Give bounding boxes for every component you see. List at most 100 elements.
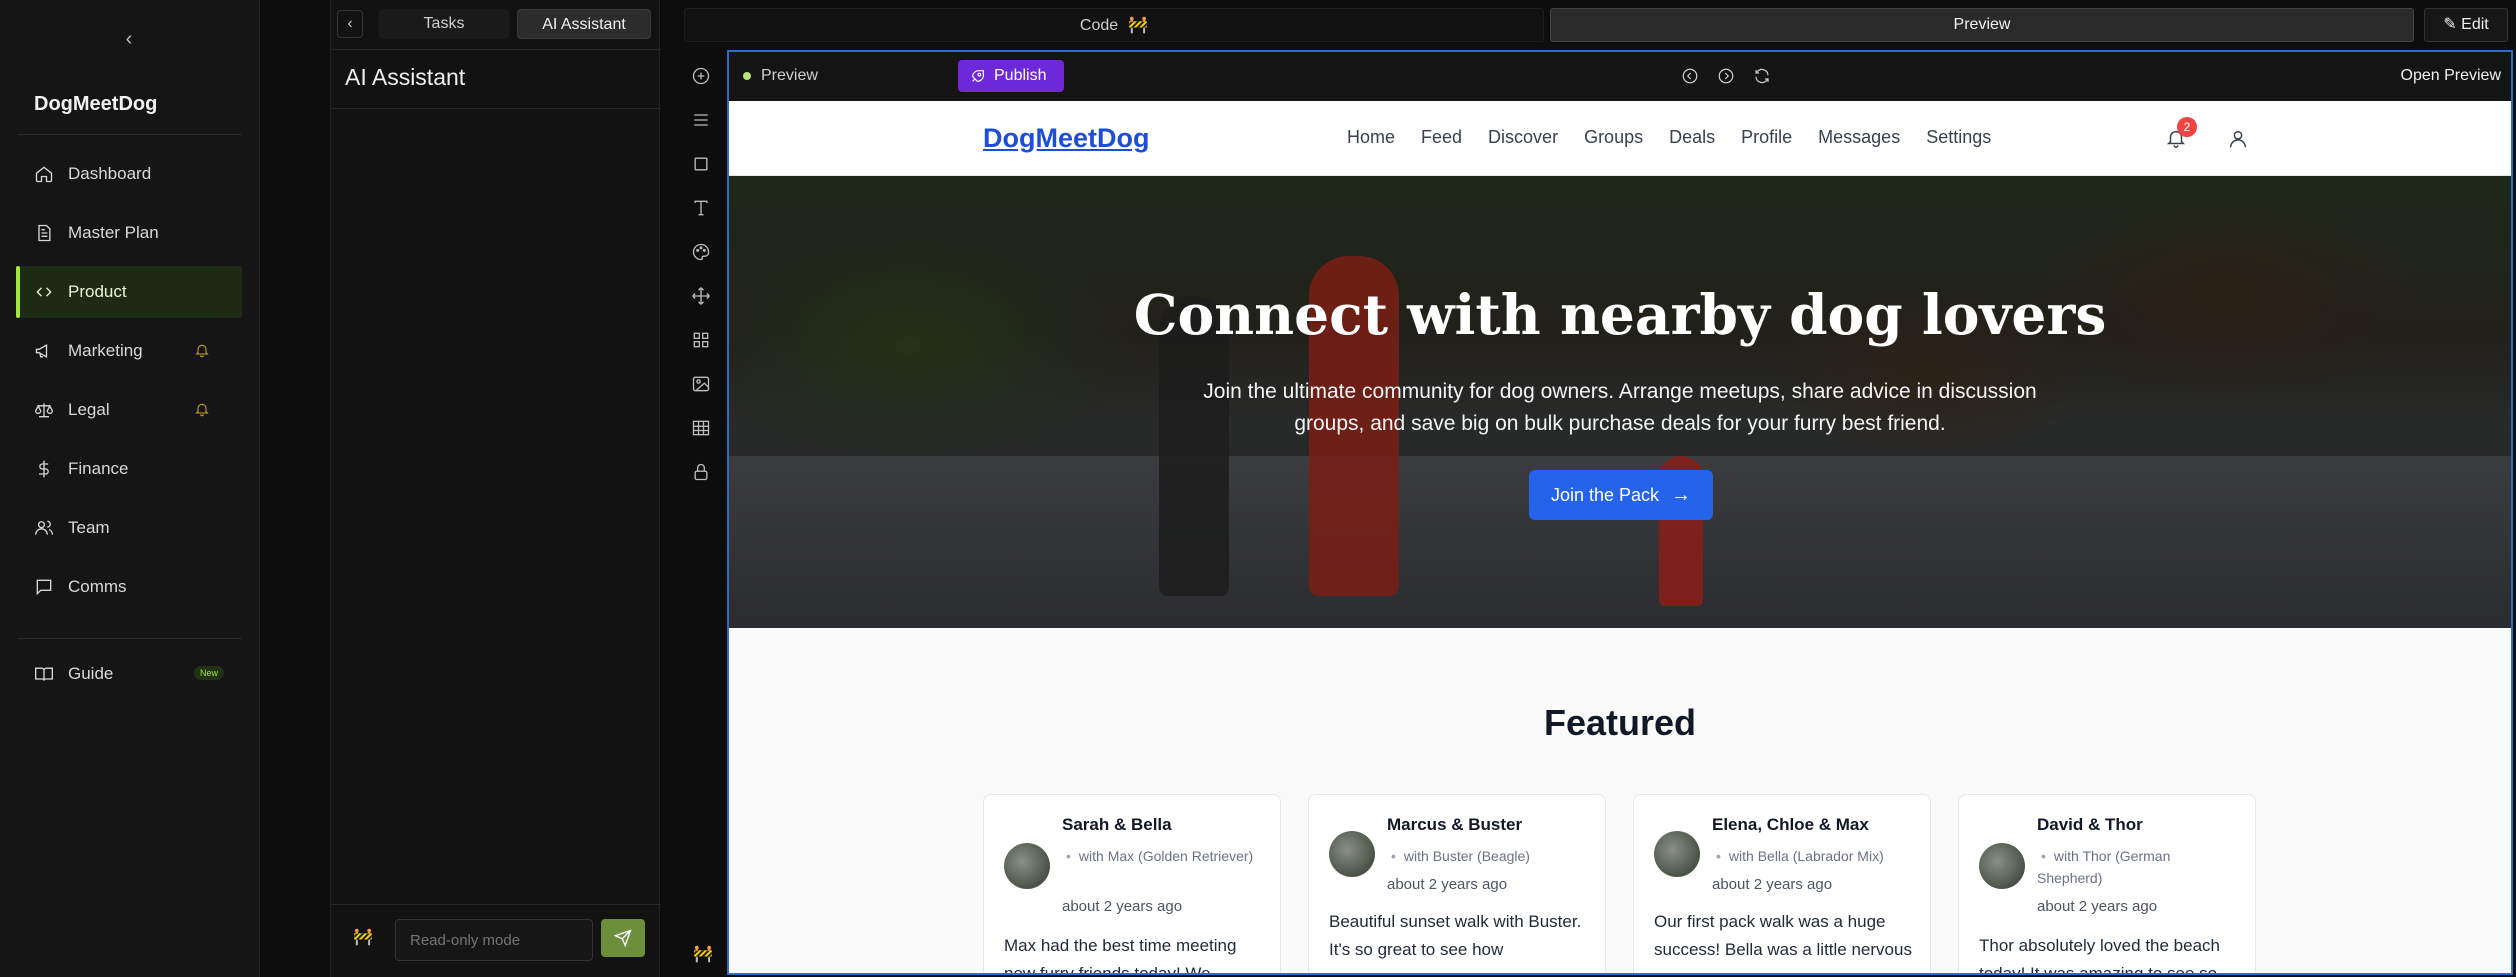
palette-icon — [692, 243, 710, 261]
message-square-icon — [36, 579, 52, 596]
card-time: about 2 years ago — [1062, 898, 1183, 915]
card-name: David & Thor — [2037, 815, 2143, 834]
construction-icon: 🚧 — [1128, 17, 1149, 34]
panel-title: AI Assistant — [345, 64, 466, 90]
card-time: about 2 years ago — [2037, 898, 2158, 915]
cta-label: Join the Pack — [1550, 485, 1660, 505]
site-logo[interactable]: DogMeetDog — [983, 123, 1149, 154]
nav-groups[interactable]: Groups — [1584, 127, 1643, 148]
forward-nav-button[interactable] — [1717, 67, 1735, 85]
tab-ai-assistant[interactable]: AI Assistant — [517, 9, 651, 39]
card-name: Marcus & Buster — [1387, 815, 1523, 834]
add-element-tool[interactable] — [691, 66, 711, 86]
square-icon — [694, 157, 708, 171]
layers-tool[interactable] — [691, 110, 711, 130]
type-icon — [694, 200, 708, 216]
sidebar-item-product[interactable]: Product — [16, 266, 242, 318]
rocket-icon — [972, 70, 984, 82]
sidebar-item-label: Comms — [68, 577, 127, 596]
featured-card[interactable]: Elena, Chloe & Max with Bella (Labrador … — [1633, 794, 1931, 973]
chat-composer: 🚧 — [331, 904, 661, 977]
divider — [331, 108, 661, 109]
book-open-icon — [35, 667, 53, 681]
sidebar-item-team[interactable]: Team — [16, 502, 242, 554]
tool-rail: 🚧 — [684, 50, 718, 977]
chat-input[interactable] — [395, 919, 593, 961]
divider — [18, 134, 242, 135]
user-icon — [2229, 130, 2247, 148]
site-header: DogMeetDog Home Feed Discover Groups Dea… — [729, 101, 2511, 176]
open-preview-link[interactable]: Open Preview — [2401, 67, 2502, 85]
card-with: with Buster (Beagle) — [1387, 845, 1587, 867]
card-with: with Bella (Labrador Mix) — [1712, 845, 1912, 867]
card-with: with Max (Golden Retriever) — [1062, 845, 1262, 867]
sidebar-item-master-plan[interactable]: Master Plan — [16, 207, 242, 259]
bell-icon — [195, 403, 209, 417]
featured-card[interactable]: Marcus & Buster with Buster (Beagle) abo… — [1308, 794, 1606, 973]
nav-messages[interactable]: Messages — [1818, 127, 1900, 148]
featured-heading: Featured — [1543, 702, 1697, 743]
move-icon — [692, 287, 710, 305]
send-button[interactable] — [601, 919, 645, 957]
sidebar-item-marketing[interactable]: Marketing — [16, 325, 242, 377]
account-button[interactable] — [2227, 128, 2249, 150]
menu-icon — [694, 114, 708, 126]
divider — [18, 638, 242, 639]
edit-button[interactable]: ✎ Edit — [2424, 8, 2508, 42]
sidebar-item-legal[interactable]: Legal — [16, 384, 242, 436]
collapse-sidebar-button[interactable]: ‹ — [118, 28, 140, 50]
tab-preview[interactable]: Preview — [1550, 8, 2414, 42]
lock-tool[interactable] — [691, 462, 711, 482]
app-window: ‹ DogMeetDog Dashboard Master Plan Produ… — [0, 0, 2516, 977]
card-text: Thor absolutely loved the beach today! I… — [1979, 936, 2220, 975]
table-tool[interactable] — [691, 418, 711, 438]
components-tool[interactable] — [691, 330, 711, 350]
text-tool[interactable] — [691, 198, 711, 218]
hero-subtitle: Join the ultimate community for dog owne… — [1203, 380, 2037, 435]
arrow-right-icon: → — [1671, 484, 1692, 506]
sidebar-item-label: Dashboard — [68, 164, 152, 183]
users-icon — [35, 520, 53, 535]
back-nav-button[interactable] — [1681, 67, 1699, 85]
sidebar-item-comms[interactable]: Comms — [16, 561, 242, 613]
join-the-pack-button[interactable]: Join the Pack → — [1529, 470, 1713, 520]
home-icon — [35, 166, 53, 183]
tab-tasks[interactable]: Tasks — [379, 9, 509, 39]
featured-card[interactable]: David & Thor with Thor (German Shepherd)… — [1958, 794, 2256, 975]
sidebar-item-guide[interactable]: Guide New — [16, 648, 242, 700]
code-icon — [36, 287, 52, 297]
publish-label: Publish — [994, 67, 1047, 84]
arrow-right-circle-icon — [1718, 68, 1734, 84]
magic-wand-icon: ✎ — [2443, 16, 2462, 33]
card-text: Beautiful sunset walk with Buster. It's … — [1329, 912, 1582, 959]
assistant-panel: ‹ Tasks AI Assistant AI Assistant 🚧 — [330, 0, 661, 977]
featured-cards: Sarah & Bella with Max (Golden Retriever… — [983, 794, 2257, 975]
nav-home[interactable]: Home — [1347, 127, 1395, 148]
nav-feed[interactable]: Feed — [1421, 127, 1462, 148]
nav-profile[interactable]: Profile — [1741, 127, 1792, 148]
edit-label: Edit — [2461, 16, 2489, 33]
dollar-icon — [39, 460, 49, 478]
send-icon — [614, 929, 632, 947]
box-tool[interactable] — [691, 154, 711, 174]
nav-settings[interactable]: Settings — [1926, 127, 1991, 148]
nav-deals[interactable]: Deals — [1669, 127, 1715, 148]
palette-tool[interactable] — [691, 242, 711, 262]
nav-discover[interactable]: Discover — [1488, 127, 1558, 148]
publish-button[interactable]: Publish — [958, 60, 1064, 92]
notification-badge: 2 — [2177, 117, 2197, 137]
sidebar-item-dashboard[interactable]: Dashboard — [16, 148, 242, 200]
tab-code[interactable]: Code 🚧 — [684, 8, 1544, 42]
notifications-button[interactable]: 2 — [2165, 117, 2197, 151]
featured-card[interactable]: Sarah & Bella with Max (Golden Retriever… — [983, 794, 1281, 973]
image-tool[interactable] — [691, 374, 711, 394]
status-dot — [743, 72, 751, 80]
avatar — [1979, 843, 2025, 889]
refresh-button[interactable] — [1753, 67, 1771, 85]
back-button[interactable]: ‹ — [337, 10, 363, 38]
grid-icon — [693, 332, 709, 348]
sidebar-item-finance[interactable]: Finance — [16, 443, 242, 495]
sidebar-nav: Dashboard Master Plan Product Marketing … — [16, 148, 242, 620]
sidebar: ‹ DogMeetDog Dashboard Master Plan Produ… — [0, 0, 260, 977]
move-tool[interactable] — [691, 286, 711, 306]
